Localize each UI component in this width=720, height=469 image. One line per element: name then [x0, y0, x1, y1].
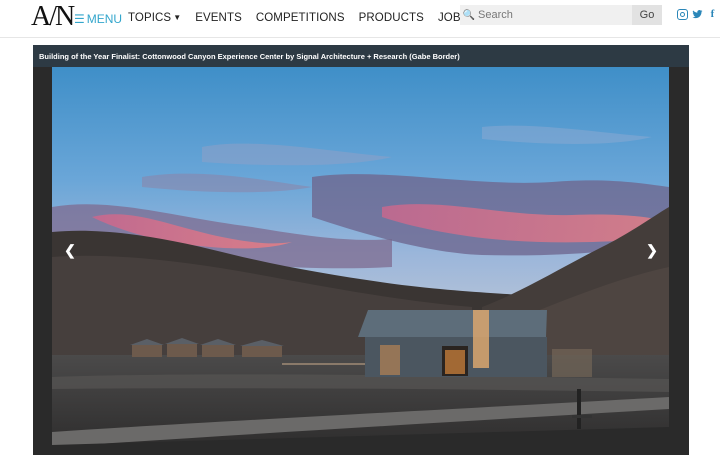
main-nav: TOPICS ▼ EVENTS COMPETITIONS PRODUCTS JOB…	[128, 12, 482, 24]
search-go-button[interactable]: Go	[632, 5, 662, 25]
caret-down-icon: ▼	[173, 13, 182, 22]
nav-item-products[interactable]: PRODUCTS	[359, 12, 424, 24]
nav-label-topics: TOPICS	[128, 12, 172, 24]
site-logo-text: A/N	[31, 1, 75, 32]
facebook-icon[interactable]: f	[707, 9, 718, 20]
menu-label: MENU	[86, 12, 123, 26]
landscape-photo	[52, 67, 669, 455]
instagram-icon[interactable]	[677, 9, 688, 20]
gallery-caption: Building of the Year Finalist: Cottonwoo…	[39, 51, 460, 61]
nav-label-events: EVENTS	[195, 12, 242, 24]
image-gallery: Building of the Year Finalist: Cottonwoo…	[33, 45, 689, 455]
chevron-right-icon: ❯	[646, 242, 658, 258]
top-navigation-bar: A/N ☰ MENU TOPICS ▼ EVENTS COMPETITIONS P…	[0, 0, 720, 38]
nav-label-products: PRODUCTS	[358, 12, 424, 24]
twitter-icon[interactable]	[692, 9, 703, 20]
search-box: 🔍 Go	[460, 5, 662, 25]
site-logo[interactable]: A/N	[31, 1, 75, 32]
caption-bar: Building of the Year Finalist: Cottonwoo…	[33, 45, 689, 67]
gallery-photo	[52, 67, 669, 455]
search-input[interactable]	[478, 5, 630, 25]
nav-item-competitions[interactable]: COMPETITIONS	[256, 12, 345, 24]
chevron-left-icon: ❮	[64, 242, 76, 258]
search-icon: 🔍	[462, 9, 476, 21]
menu-button[interactable]: ☰ MENU	[74, 12, 122, 26]
gallery-next-button[interactable]: ❯	[644, 240, 660, 260]
nav-item-topics[interactable]: TOPICS ▼	[128, 12, 181, 24]
gallery-prev-button[interactable]: ❮	[62, 240, 78, 260]
nav-label-competitions: COMPETITIONS	[255, 12, 345, 24]
hamburger-icon: ☰	[74, 12, 85, 26]
social-links: f	[677, 9, 718, 20]
nav-item-events[interactable]: EVENTS	[195, 12, 242, 24]
